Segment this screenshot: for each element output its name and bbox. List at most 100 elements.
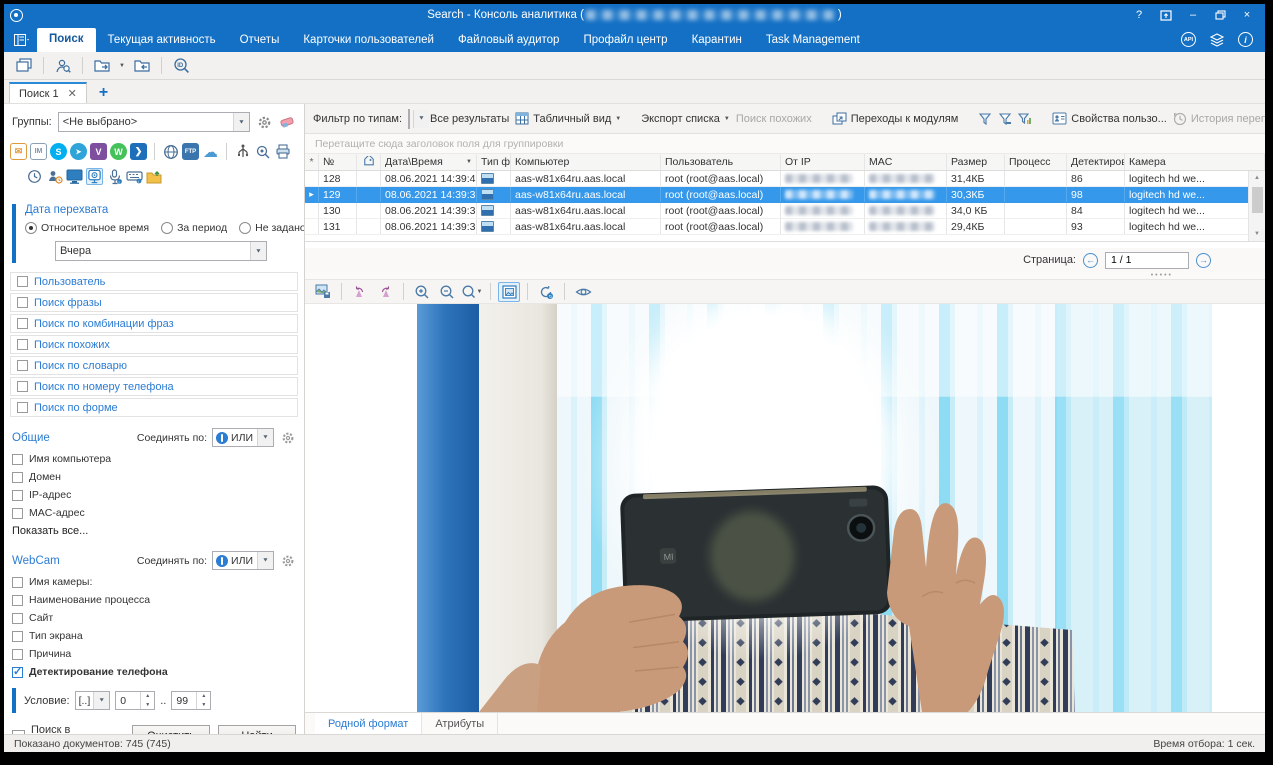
devices-icon[interactable]: ❯: [130, 143, 147, 160]
filter-phrase[interactable]: Поиск фразы: [10, 293, 298, 312]
common-mac-address[interactable]: MAC-адрес: [12, 507, 296, 519]
telegram-icon[interactable]: ➤: [70, 143, 87, 160]
eraser-icon[interactable]: [279, 114, 296, 131]
checkbox[interactable]: [17, 339, 28, 350]
webcam-site[interactable]: Сайт: [12, 612, 296, 624]
tab-native-format[interactable]: Родной формат: [315, 713, 422, 734]
filter-funnel-chart-icon[interactable]: [1018, 112, 1032, 126]
menu-tab-quarantine[interactable]: Карантин: [680, 29, 754, 52]
search-document-tab[interactable]: Поиск 1 ✕: [9, 82, 87, 103]
menu-tab-current-activity[interactable]: Текущая активность: [96, 29, 228, 52]
skype-icon[interactable]: S: [50, 143, 67, 160]
menu-tab-search[interactable]: Поиск: [37, 28, 96, 52]
webcam-settings-gear-icon[interactable]: [279, 552, 296, 569]
viber-icon[interactable]: V: [90, 143, 107, 160]
rotate-right-button[interactable]: [374, 282, 396, 302]
webcam-camera-name[interactable]: Имя камеры:: [12, 576, 296, 588]
condition-from-stepper[interactable]: 0: [115, 691, 155, 710]
groups-select[interactable]: <Не выбрано>: [58, 112, 250, 132]
col-computer[interactable]: Компьютер: [511, 154, 661, 170]
col-size[interactable]: Размер: [947, 154, 1005, 170]
common-domain[interactable]: Домен: [12, 471, 296, 483]
common-settings-gear-icon[interactable]: [279, 429, 296, 446]
clock-icon[interactable]: [26, 168, 43, 185]
export-list-button[interactable]: Экспорт списка▼: [641, 113, 730, 125]
tab-attributes[interactable]: Атрибуты: [422, 713, 498, 734]
keyboard-icon[interactable]: i: [126, 168, 143, 185]
monitor-icon[interactable]: [66, 168, 83, 185]
user-search-button[interactable]: [51, 55, 75, 77]
webcam-process-name[interactable]: Наименование процесса: [12, 594, 296, 606]
page-input[interactable]: [1105, 252, 1189, 269]
zoom-out-button[interactable]: [436, 282, 458, 302]
menu-tab-file-auditor[interactable]: Файловый аудитор: [446, 29, 572, 52]
groups-settings-gear-icon[interactable]: [256, 114, 273, 131]
col-process[interactable]: Процесс: [1005, 154, 1067, 170]
cloud-icon[interactable]: ☁: [202, 143, 219, 160]
checkbox[interactable]: [17, 381, 28, 392]
col-tag tag-icon[interactable]: [357, 154, 381, 170]
filter-similar[interactable]: Поиск похожих: [10, 335, 298, 354]
similar-search-button[interactable]: Поиск похожих: [736, 113, 812, 125]
api-icon[interactable]: API: [1181, 32, 1196, 47]
ftp-icon[interactable]: FTP: [182, 143, 199, 160]
filter-user[interactable]: Пользователь: [10, 272, 298, 291]
table-row[interactable]: 128 08.06.2021 14:39:41 aas-w81x64ru.aas…: [305, 171, 1265, 187]
pin-window-button[interactable]: [1160, 9, 1172, 21]
export-search-button[interactable]: [90, 55, 114, 77]
col-user[interactable]: Пользователь: [661, 154, 781, 170]
microphone-icon[interactable]: i: [106, 168, 123, 185]
filter-phrase-combination[interactable]: Поиск по комбинации фраз: [10, 314, 298, 333]
table-row[interactable]: 131 08.06.2021 14:39:33 aas-w81x64ru.aas…: [305, 219, 1265, 235]
col-type[interactable]: Тип фа: [477, 154, 511, 170]
monitoring-search-icon[interactable]: [254, 143, 271, 160]
relative-period-select[interactable]: Вчера: [55, 241, 267, 261]
services-icon[interactable]: [1209, 33, 1225, 47]
mail-icon[interactable]: ✉: [10, 143, 27, 160]
radio-not-set[interactable]: Не задано: [239, 222, 305, 234]
modules-transition-button[interactable]: Переходы к модулям: [832, 112, 959, 125]
id-search-button[interactable]: ID: [169, 55, 193, 77]
table-row[interactable]: 130 08.06.2021 14:39:36 aas-w81x64ru.aas…: [305, 203, 1265, 219]
menu-tab-reports[interactable]: Отчеты: [228, 29, 292, 52]
export-dropdown-caret[interactable]: ▼: [117, 55, 127, 77]
col-datetime[interactable]: Дата\Время: [381, 154, 477, 170]
zoom-in-button[interactable]: [411, 282, 433, 302]
menu-tab-profile-center[interactable]: Профайл центр: [571, 29, 679, 52]
menu-tab-task-management[interactable]: Task Management: [754, 29, 872, 52]
rotate-left-button[interactable]: [349, 282, 371, 302]
condition-to-stepper[interactable]: 99: [171, 691, 211, 710]
save-image-button[interactable]: [312, 282, 334, 302]
col-detected[interactable]: Детектирова: [1067, 154, 1125, 170]
col-mac[interactable]: MAC: [865, 154, 947, 170]
clear-button[interactable]: Очистить: [132, 725, 210, 734]
find-button[interactable]: Найти: [218, 725, 296, 734]
scrollbar-thumb[interactable]: [1252, 187, 1263, 213]
new-window-button[interactable]: [12, 55, 36, 77]
filter-phone-number[interactable]: Поиск по номеру телефона: [10, 377, 298, 396]
scroll-down-icon[interactable]: ▼: [1249, 227, 1265, 241]
usb-icon[interactable]: [234, 143, 251, 160]
condition-operator-select[interactable]: [..]: [75, 691, 111, 710]
col-ip[interactable]: От IP: [781, 154, 865, 170]
filter-funnel-clear-icon[interactable]: [998, 112, 1012, 126]
user-properties-button[interactable]: Свойства пользо...: [1052, 112, 1167, 125]
file-operations-icon[interactable]: [146, 168, 163, 185]
col-num[interactable]: №: [319, 154, 357, 170]
help-button[interactable]: ?: [1133, 9, 1145, 21]
menu-tab-user-cards[interactable]: Карточки пользователей: [291, 29, 446, 52]
show-all-link[interactable]: Показать все...: [12, 525, 296, 537]
col-camera[interactable]: Камера: [1125, 154, 1265, 170]
scroll-up-icon[interactable]: ▲: [1249, 171, 1265, 185]
fit-to-window-button[interactable]: [498, 282, 520, 302]
user-activity-icon[interactable]: [46, 168, 63, 185]
checkbox[interactable]: [17, 402, 28, 413]
filter-dictionary[interactable]: Поиск по словарю: [10, 356, 298, 375]
table-scrollbar[interactable]: ▲ ▼: [1248, 171, 1265, 241]
webcam-screen-type[interactable]: Тип экрана: [12, 630, 296, 642]
app-menu-button[interactable]: [4, 34, 37, 52]
col-marker[interactable]: [305, 154, 319, 170]
restore-button[interactable]: [1214, 9, 1226, 21]
next-page-button[interactable]: [1196, 253, 1211, 268]
im-icon[interactable]: IM: [30, 143, 47, 160]
